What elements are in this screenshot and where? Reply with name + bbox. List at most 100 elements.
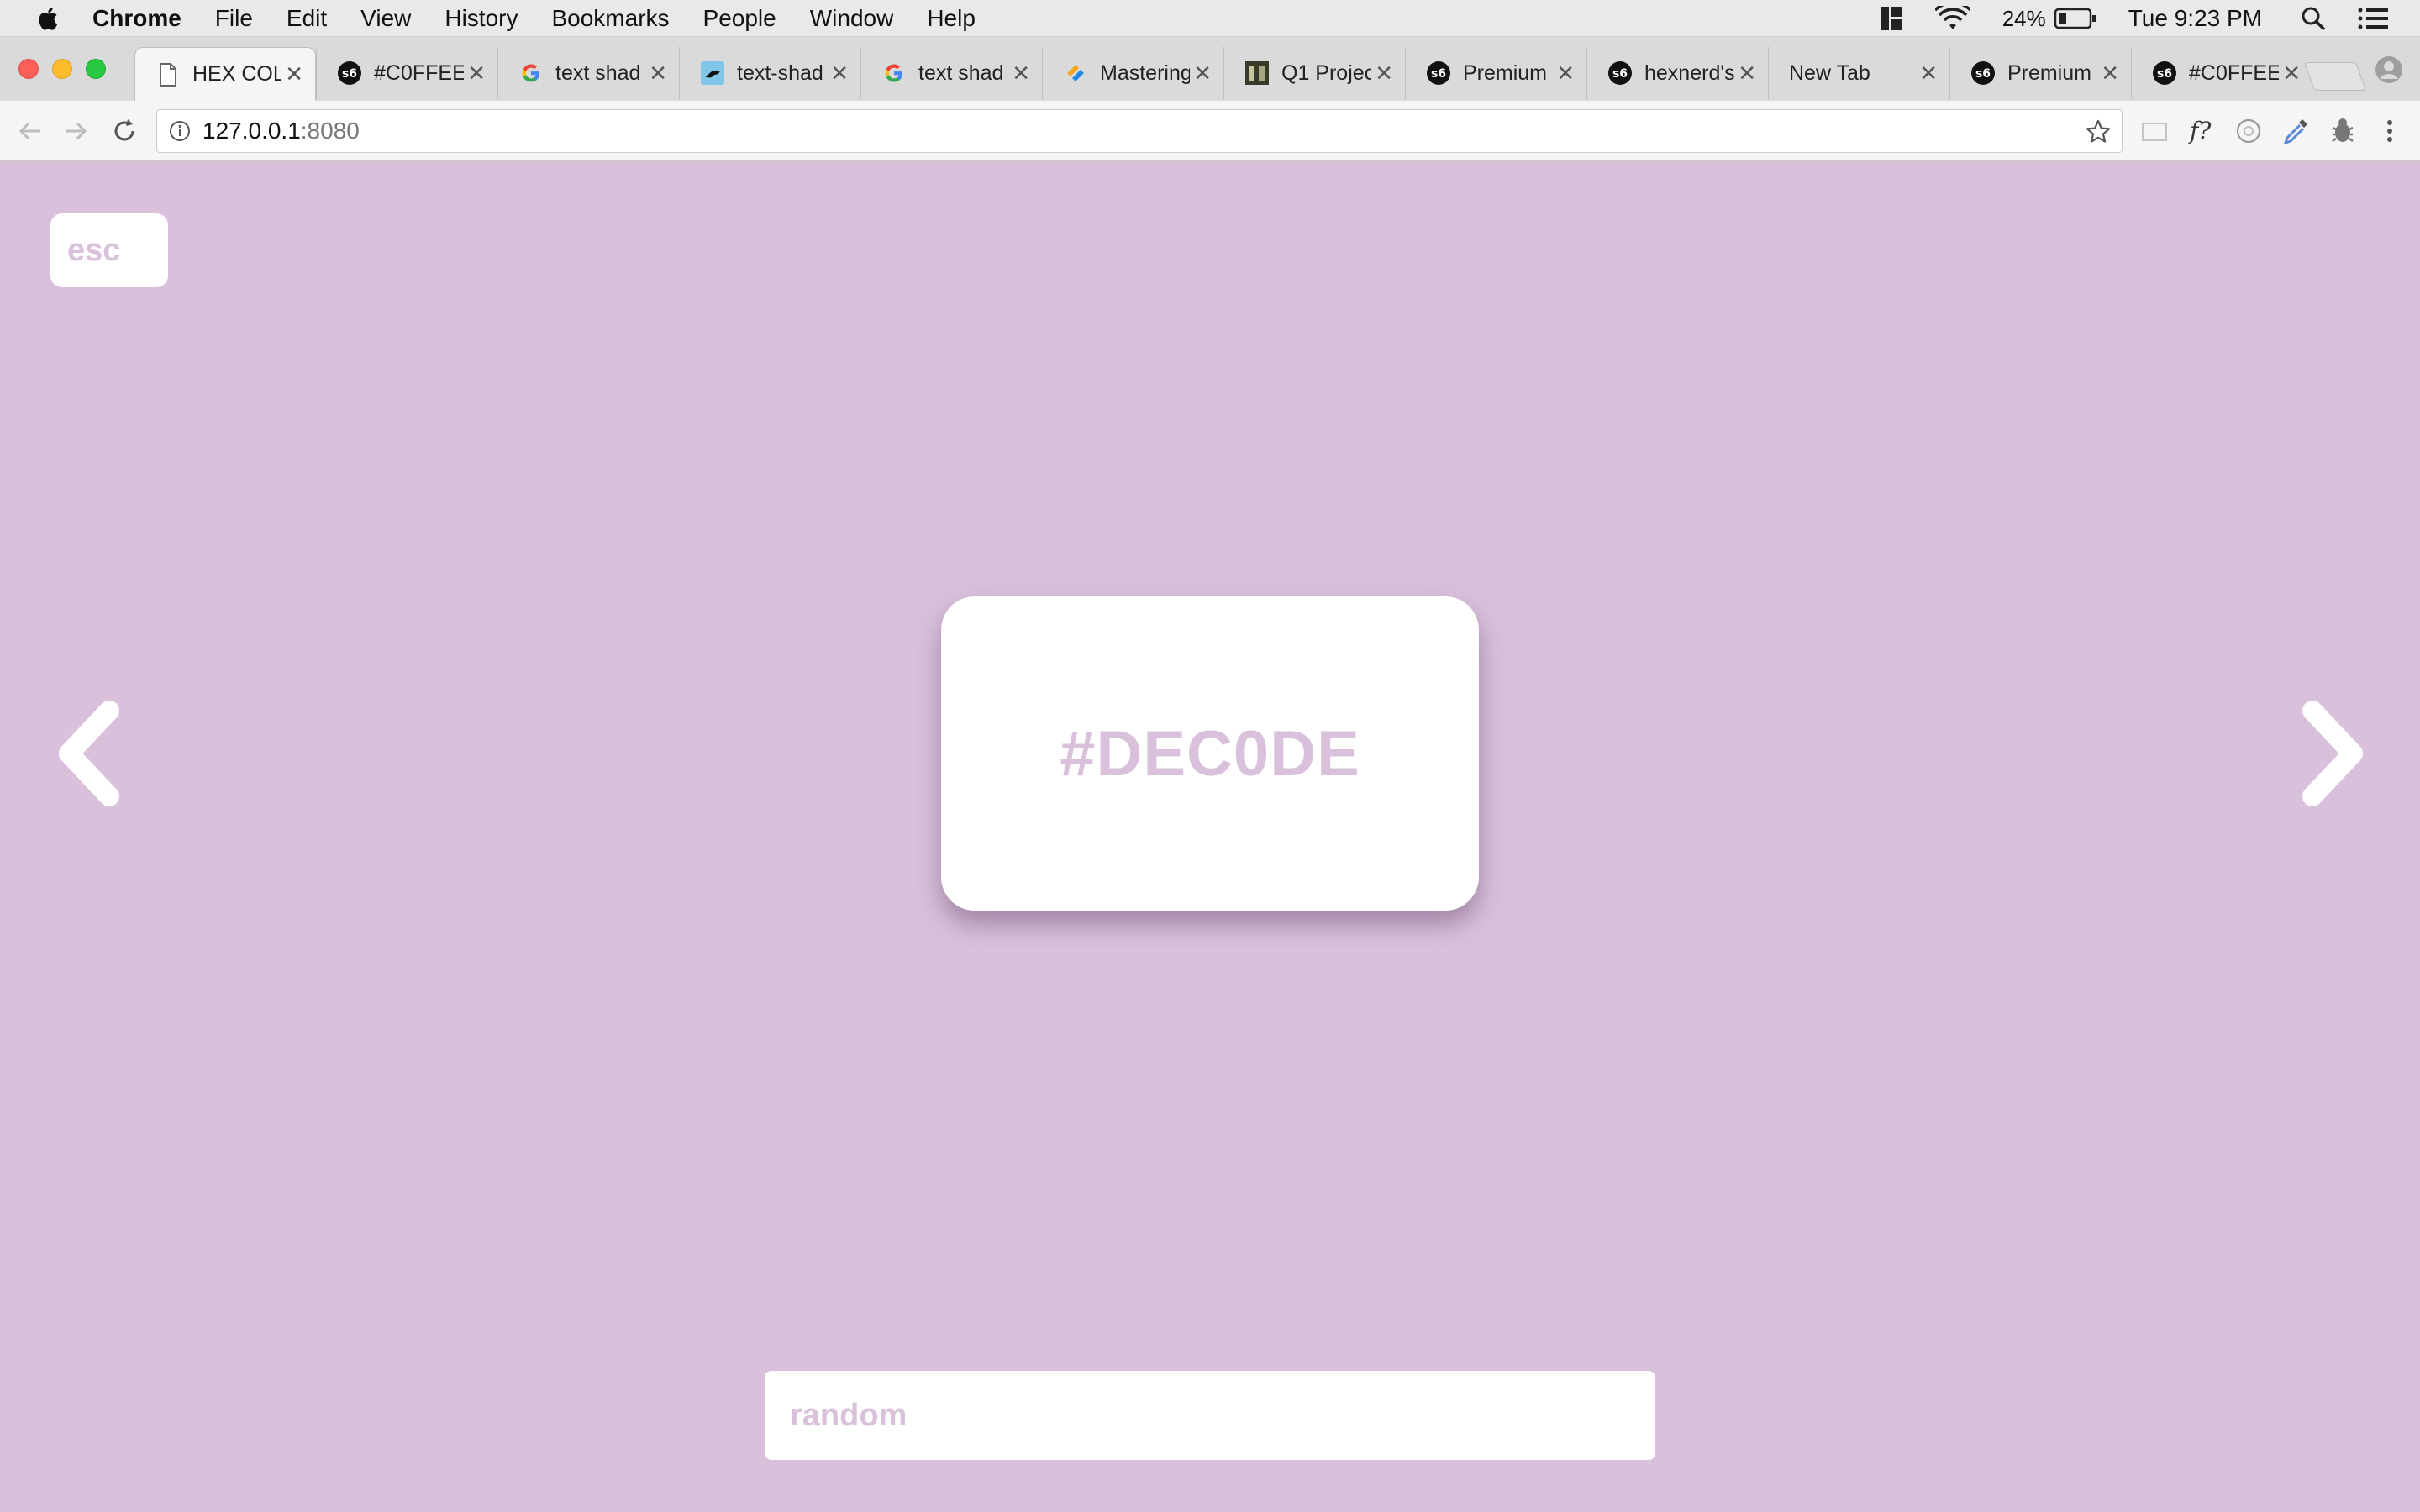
menu-help[interactable]: Help <box>927 5 976 32</box>
bug-icon[interactable] <box>2328 116 2358 146</box>
tab-close-icon[interactable]: ✕ <box>830 62 849 84</box>
random-label: random <box>790 1397 908 1433</box>
eyedropper-icon[interactable] <box>2281 116 2311 146</box>
notification-center-icon[interactable] <box>2358 7 2388 30</box>
profile-icon[interactable] <box>2375 55 2403 84</box>
cast-icon[interactable] <box>2139 116 2170 146</box>
svg-text:s6: s6 <box>342 67 357 81</box>
tab-strip: HEX COL ✕ s6 #C0FFEE ✕ text shad ✕ text-… <box>0 37 2420 101</box>
clock[interactable]: Tue 9:23 PM <box>2128 5 2262 32</box>
url-port: :8080 <box>300 118 360 144</box>
svg-text:s6: s6 <box>1612 67 1628 81</box>
google-icon <box>518 60 544 86</box>
s6-logo-icon: s6 <box>1607 60 1633 86</box>
s6-logo-icon: s6 <box>1970 60 1996 86</box>
tab-title: text shad <box>555 60 641 85</box>
bird-icon <box>700 60 725 86</box>
tab-close-icon[interactable]: ✕ <box>1193 62 1212 84</box>
browser-toolbar: 127.0.0.1:8080 f? <box>0 101 2420 161</box>
battery-percent: 24% <box>2002 5 2046 31</box>
tab-title: hexnerd's <box>1644 60 1734 85</box>
svg-text:f?: f? <box>2188 117 2212 144</box>
tab-close-icon[interactable]: ✕ <box>467 62 486 84</box>
tab-title: Q1 Projec <box>1281 60 1371 85</box>
chevron-right-icon[interactable] <box>2294 699 2378 808</box>
window-minimize-button[interactable] <box>52 59 72 79</box>
tab-title: Premium <box>2007 60 2092 85</box>
chevron-left-icon[interactable] <box>44 699 128 808</box>
document-icon <box>155 62 181 87</box>
tab[interactable]: text shad ✕ <box>860 47 1042 99</box>
tab-list: HEX COL ✕ s6 #C0FFEE ✕ text shad ✕ text-… <box>134 47 2312 101</box>
forward-arrow-icon[interactable] <box>60 116 91 146</box>
tab-close-icon[interactable]: ✕ <box>1012 62 1030 84</box>
tab-title: New Tab <box>1789 60 1870 85</box>
apple-logo-icon[interactable] <box>34 4 59 33</box>
tab[interactable]: HEX COL ✕ <box>134 47 316 101</box>
svg-text:s6: s6 <box>1431 67 1446 81</box>
photo-icon <box>1244 60 1270 86</box>
tab-close-icon[interactable]: ✕ <box>285 63 303 85</box>
menu-edit[interactable]: Edit <box>287 5 327 32</box>
window-close-button[interactable] <box>18 59 39 79</box>
tool-icon <box>1063 60 1088 86</box>
menu-history[interactable]: History <box>445 5 518 32</box>
wifi-icon[interactable] <box>1934 6 1970 31</box>
menu-bar: Chrome File Edit View History Bookmarks … <box>0 0 2420 37</box>
menu-bookmarks[interactable]: Bookmarks <box>551 5 669 32</box>
new-tab-button[interactable] <box>2303 62 2367 91</box>
menu-view[interactable]: View <box>360 5 411 32</box>
tab-title: text shad <box>918 60 1004 85</box>
bookmark-star-icon[interactable] <box>2085 118 2112 145</box>
tab-close-icon[interactable]: ✕ <box>1375 62 1393 84</box>
window-layout-icon[interactable] <box>1880 6 1903 31</box>
reload-icon[interactable] <box>109 116 139 146</box>
color-card[interactable]: #DEC0DE <box>941 596 1479 911</box>
menu-file[interactable]: File <box>215 5 253 32</box>
tab-close-icon[interactable]: ✕ <box>1919 62 1938 84</box>
tab[interactable]: s6 #C0FFEE ✕ <box>2131 47 2312 99</box>
tab[interactable]: New Tab ✕ <box>1768 47 1949 99</box>
s6-logo-icon: s6 <box>2152 60 2177 86</box>
svg-text:s6: s6 <box>2157 67 2172 81</box>
tab[interactable]: text-shad ✕ <box>679 47 860 99</box>
window-zoom-button[interactable] <box>86 59 106 79</box>
more-menu-icon[interactable] <box>2375 116 2405 146</box>
tab-title: #C0FFEE <box>374 60 464 85</box>
font-finder-icon[interactable]: f? <box>2186 116 2217 146</box>
menu-window[interactable]: Window <box>810 5 894 32</box>
spotlight-search-icon[interactable] <box>2301 6 2326 31</box>
tab-title: Mastering <box>1100 60 1190 85</box>
tab[interactable]: s6 Premium ✕ <box>1405 47 1586 99</box>
tab-close-icon[interactable]: ✕ <box>649 62 667 84</box>
back-arrow-icon[interactable] <box>15 116 45 146</box>
tab-close-icon[interactable]: ✕ <box>2282 62 2301 84</box>
tab-close-icon[interactable]: ✕ <box>1738 62 1756 84</box>
tab-title: text-shad <box>737 60 823 85</box>
tab[interactable]: text shad ✕ <box>497 47 679 99</box>
svg-text:s6: s6 <box>1975 67 1991 81</box>
random-button[interactable]: random <box>765 1371 1655 1460</box>
status-area: 24% Tue 9:23 PM <box>1880 0 2420 37</box>
tab[interactable]: s6 Premium ✕ <box>1949 47 2131 99</box>
s6-logo-icon: s6 <box>337 60 362 86</box>
tab-title: #C0FFEE <box>2189 60 2279 85</box>
tab[interactable]: s6 hexnerd's ✕ <box>1586 47 1768 99</box>
tab[interactable]: Q1 Projec ✕ <box>1223 47 1405 99</box>
tab-close-icon[interactable]: ✕ <box>2101 62 2119 84</box>
address-bar[interactable]: 127.0.0.1:8080 <box>156 109 2123 153</box>
google-icon <box>881 60 907 86</box>
menu-people[interactable]: People <box>703 5 776 32</box>
menu-app-name[interactable]: Chrome <box>92 5 182 32</box>
tab[interactable]: s6 #C0FFEE ✕ <box>316 47 497 99</box>
extension-circle-icon[interactable] <box>2233 116 2264 146</box>
hex-code-label: #DEC0DE <box>1060 717 1360 790</box>
url-host: 127.0.0.1 <box>203 118 301 144</box>
tab-close-icon[interactable]: ✕ <box>1556 62 1575 84</box>
s6-logo-icon: s6 <box>1426 60 1451 86</box>
tab[interactable]: Mastering ✕ <box>1042 47 1223 99</box>
page-content: esc #DEC0DE random <box>0 161 2420 1512</box>
battery-icon[interactable] <box>2054 8 2096 29</box>
info-icon[interactable] <box>169 120 191 142</box>
esc-button[interactable]: esc <box>50 213 168 287</box>
